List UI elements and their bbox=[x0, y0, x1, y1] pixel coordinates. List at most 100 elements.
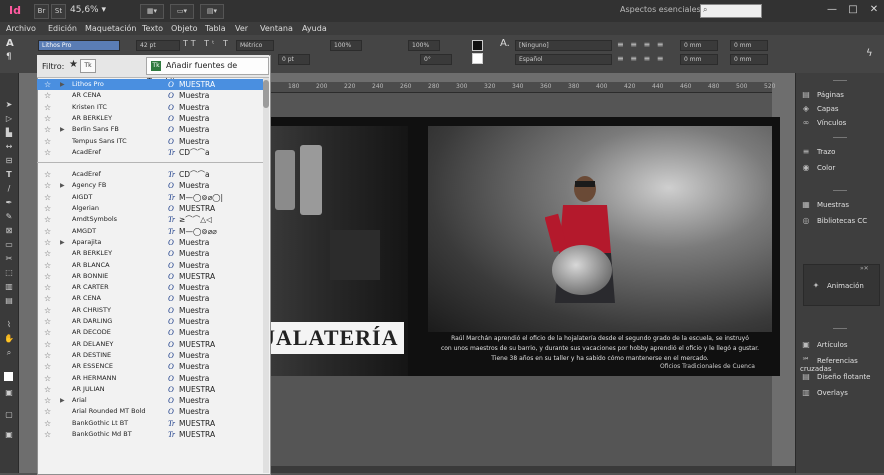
typekit-filter-button[interactable]: Tk bbox=[80, 59, 96, 73]
font-list-item[interactable]: ☆ Algerian O MUESTRA bbox=[37, 203, 263, 214]
expand-arrow-icon[interactable]: ▶ bbox=[60, 124, 65, 135]
lightning-icon[interactable]: ϟ bbox=[866, 48, 873, 59]
eyedropper-tool-icon[interactable]: ⌇ bbox=[3, 320, 15, 330]
font-list-item[interactable]: ☆ AR ESSENCE O Muestra bbox=[37, 361, 263, 372]
gradient-tool-icon[interactable]: ▥ bbox=[3, 282, 15, 292]
font-list-item[interactable]: ☆ Kristen ITC O Muestra bbox=[37, 102, 263, 113]
gap-tool-icon[interactable]: ↔ bbox=[3, 142, 15, 152]
font-list-item[interactable]: ☆ BankGothic Lt BT Tr MUESTRA bbox=[37, 418, 263, 429]
font-list[interactable]: ☆ ▶ Lithos Pro O MUESTRA ☆ AR CENA O Muestra ☆ Kri… bbox=[37, 78, 263, 473]
panel-animation[interactable]: ✦ Animación bbox=[810, 281, 864, 290]
font-list-item[interactable]: ☆ AmdtSymbols Tr ≥⌒⌒△◁ bbox=[37, 214, 263, 225]
favorite-star-icon[interactable]: ☆ bbox=[44, 373, 51, 384]
font-list-item[interactable]: ☆ BankGothic Md BT Tr MUESTRA bbox=[37, 429, 263, 440]
panel-color[interactable]: ◉ Color bbox=[800, 163, 836, 172]
horizontal-scrollbar[interactable] bbox=[262, 466, 795, 473]
favorite-star-icon[interactable]: ☆ bbox=[44, 305, 51, 316]
favorite-star-icon[interactable]: ☆ bbox=[44, 203, 51, 214]
font-list-item[interactable]: ☆ AR BERKLEY O Muestra bbox=[37, 248, 263, 259]
character-style-field[interactable]: [Ninguno] bbox=[515, 40, 612, 51]
panel-floating-design[interactable]: ▤ Diseño flotante bbox=[800, 372, 870, 381]
stroke-swatch[interactable] bbox=[472, 53, 483, 64]
search-input[interactable]: ⌕ bbox=[700, 4, 762, 18]
font-list-item[interactable]: ☆ AR CARTER O Muestra bbox=[37, 282, 263, 293]
expand-arrow-icon[interactable]: ▶ bbox=[60, 237, 65, 248]
line-tool-icon[interactable]: / bbox=[3, 184, 15, 194]
fill-swatch[interactable] bbox=[472, 40, 483, 51]
menu-edicion[interactable]: Edición bbox=[48, 22, 77, 35]
zoom-level[interactable]: 45,6% ▾ bbox=[70, 4, 130, 17]
align-buttons[interactable]: ≡ ≡ ≡ ≡ bbox=[617, 40, 665, 49]
menu-tabla[interactable]: Tabla bbox=[205, 22, 226, 35]
caps-buttons[interactable]: TT Tᵗ T bbox=[183, 39, 231, 48]
panel-group-handle[interactable] bbox=[833, 328, 847, 329]
favorite-star-icon[interactable]: ☆ bbox=[44, 361, 51, 372]
favorite-star-icon[interactable]: ☆ bbox=[44, 90, 51, 101]
font-list-item[interactable]: ☆ AR CENA O Muestra bbox=[37, 293, 263, 304]
favorite-star-icon[interactable]: ☆ bbox=[44, 406, 51, 417]
vertical-scale-field[interactable]: 100% bbox=[330, 40, 362, 51]
font-list-item[interactable]: ☆ AR BERKLEY O Muestra bbox=[37, 113, 263, 124]
favorite-star-icon[interactable]: ☆ bbox=[44, 180, 51, 191]
panel-stroke[interactable]: ≡ Trazo bbox=[800, 147, 836, 156]
favorite-star-icon[interactable]: ☆ bbox=[44, 339, 51, 350]
right-indent-field[interactable]: 0 mm bbox=[730, 40, 768, 51]
favorite-filter-star-icon[interactable]: ★ bbox=[69, 59, 78, 70]
fill-color-icon[interactable] bbox=[4, 372, 13, 381]
font-list-item[interactable]: ☆ AR CENA O Muestra bbox=[37, 90, 263, 101]
favorite-star-icon[interactable]: ☆ bbox=[44, 169, 51, 180]
font-list-item[interactable]: ☆ AIGDT Tr M—◯⊚⌀◯| bbox=[37, 192, 263, 203]
collapse-panel-icon[interactable]: »✕ bbox=[860, 265, 869, 272]
favorite-star-icon[interactable]: ☆ bbox=[44, 79, 51, 90]
pencil-tool-icon[interactable]: ✎ bbox=[3, 212, 15, 222]
apply-color-icon[interactable]: ▣ bbox=[3, 388, 15, 398]
favorite-star-icon[interactable]: ☆ bbox=[44, 124, 51, 135]
skew-field[interactable]: 0° bbox=[420, 54, 452, 65]
left-indent-field[interactable]: 0 mm bbox=[680, 40, 718, 51]
font-list-item[interactable]: ☆ AR BLANCA O Muestra bbox=[37, 260, 263, 271]
leading-field[interactable]: 0 pt bbox=[278, 54, 310, 65]
pen-tool-icon[interactable]: ✒ bbox=[3, 198, 15, 208]
free-transform-tool-icon[interactable]: ⬚ bbox=[3, 268, 15, 278]
favorite-star-icon[interactable]: ☆ bbox=[44, 248, 51, 259]
bridge-button[interactable]: Br bbox=[34, 4, 49, 19]
favorite-star-icon[interactable]: ☆ bbox=[44, 316, 51, 327]
font-list-scroll-thumb[interactable] bbox=[263, 80, 269, 108]
panel-overlays[interactable]: ▥ Overlays bbox=[800, 388, 848, 397]
hand-tool-icon[interactable]: ✋ bbox=[3, 334, 15, 344]
type-tool-icon[interactable]: T bbox=[3, 170, 15, 180]
screen-mode-icon[interactable]: ▢ bbox=[3, 410, 15, 420]
font-family-field[interactable]: Lithos Pro bbox=[38, 40, 120, 51]
view-options-button[interactable]: ▦▾ bbox=[140, 4, 164, 19]
workspace-switcher[interactable]: Aspectos esenciales ▾ bbox=[620, 5, 707, 14]
font-list-item[interactable]: ☆ AR CHRISTY O Muestra bbox=[37, 305, 263, 316]
font-list-scrollbar[interactable] bbox=[263, 78, 269, 473]
menu-ver[interactable]: Ver bbox=[235, 22, 248, 35]
last-line-indent-field[interactable]: 0 mm bbox=[730, 54, 768, 65]
preview-mode-icon[interactable]: ▣ bbox=[3, 430, 15, 440]
favorite-star-icon[interactable]: ☆ bbox=[44, 350, 51, 361]
photo-caption[interactable]: Raúl Marchán aprendió el oficio de la ho… bbox=[428, 334, 772, 364]
font-list-item[interactable]: ☆ ▶ Arial O Muestra bbox=[37, 395, 263, 406]
font-list-item[interactable]: ☆ AR HERMANN O Muestra bbox=[37, 373, 263, 384]
menu-texto[interactable]: Texto bbox=[142, 22, 163, 35]
document-title[interactable]: JALATERÍA bbox=[264, 324, 399, 352]
font-list-item[interactable]: ☆ AMGDT Tr M—◯⊚⌀⌀ bbox=[37, 226, 263, 237]
favorite-star-icon[interactable]: ☆ bbox=[44, 226, 51, 237]
favorite-star-icon[interactable]: ☆ bbox=[44, 395, 51, 406]
panel-cross-references[interactable]: ℠ Referencias cruzadas bbox=[800, 356, 884, 373]
font-list-item[interactable]: ☆ AR DECODE O Muestra bbox=[37, 327, 263, 338]
panel-swatches[interactable]: ▦ Muestras bbox=[800, 200, 849, 209]
content-collector-icon[interactable]: ⊟ bbox=[3, 156, 15, 166]
screen-mode-button[interactable]: ▭▾ bbox=[170, 4, 194, 19]
panel-layers[interactable]: ◈ Capas bbox=[800, 104, 839, 113]
favorite-star-icon[interactable]: ☆ bbox=[44, 113, 51, 124]
favorite-star-icon[interactable]: ☆ bbox=[44, 102, 51, 113]
language-field[interactable]: Español bbox=[515, 54, 612, 65]
font-size-field[interactable]: 42 pt bbox=[136, 40, 180, 51]
font-list-item[interactable]: ☆ ▶ Agency FB O Muestra bbox=[37, 180, 263, 191]
font-list-item[interactable]: ☆ Tempus Sans ITC O Muestra bbox=[37, 136, 263, 147]
favorite-star-icon[interactable]: ☆ bbox=[44, 192, 51, 203]
menu-objeto[interactable]: Objeto bbox=[171, 22, 198, 35]
page-tool-icon[interactable]: ▙ bbox=[3, 128, 15, 138]
